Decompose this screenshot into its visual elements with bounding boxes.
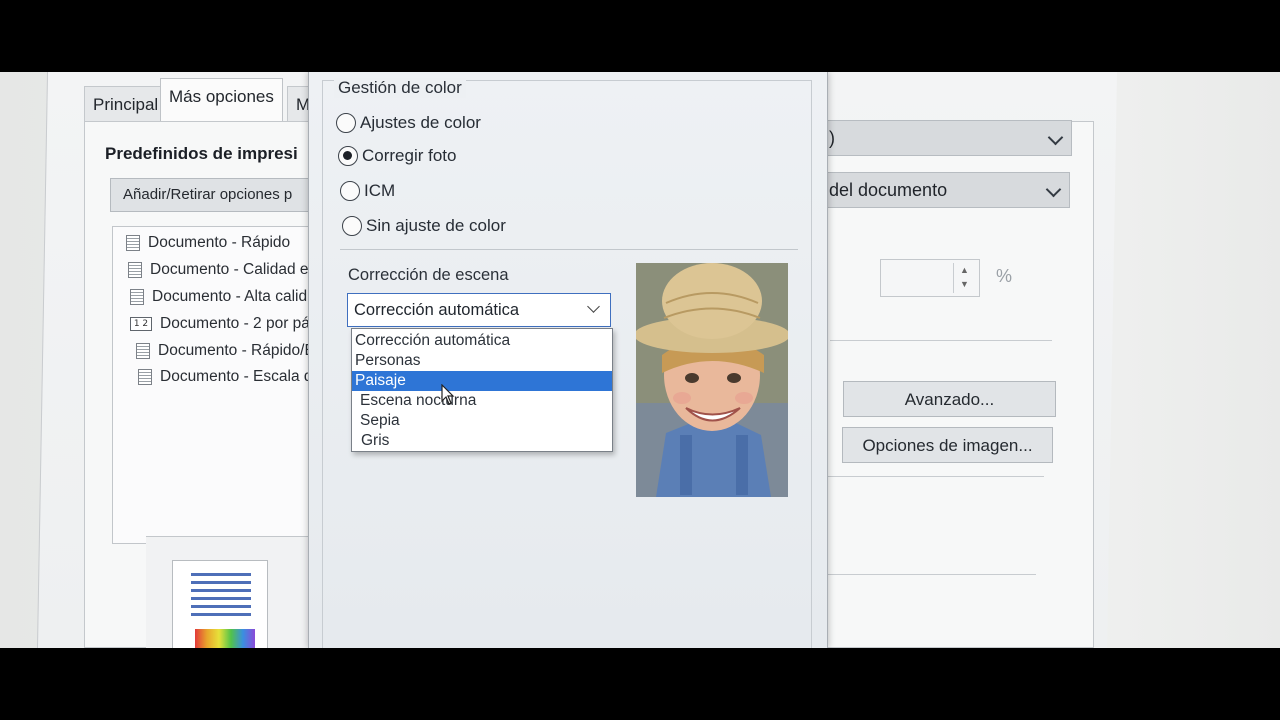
preset-item[interactable]: Documento - Rápido: [126, 234, 290, 252]
document-icon: [138, 369, 152, 385]
scene-correction-select[interactable]: Corrección automática: [347, 293, 611, 327]
radio-icon[interactable]: [338, 146, 358, 166]
preset-item[interactable]: Documento - Alta calid: [130, 288, 323, 306]
preset-item-label: Documento - Rápido/E: [158, 342, 315, 359]
preset-item[interactable]: Documento - Escala de: [138, 368, 330, 386]
radio-icon[interactable]: [336, 113, 356, 133]
spinner-arrows-icon[interactable]: ▲ ▼: [953, 263, 975, 293]
chevron-down-icon: [587, 300, 600, 313]
dropdown-option-highlighted[interactable]: Paisaje: [352, 371, 612, 391]
scene-correction-dropdown: Corrección automática Personas Paisaje E…: [351, 328, 613, 452]
chevron-down-icon: [1045, 181, 1062, 198]
advanced-button[interactable]: Avanzado...: [843, 381, 1056, 417]
image-options-button[interactable]: Opciones de imagen...: [842, 427, 1053, 463]
sample-photo: [636, 263, 788, 497]
document-icon: [130, 289, 144, 305]
two-up-document-icon: 1 2: [130, 317, 152, 331]
dropdown-option[interactable]: Corrección automática: [352, 331, 612, 351]
tab-mas-opciones[interactable]: Más opciones: [160, 78, 283, 122]
radio-ajustes-de-color[interactable]: Ajustes de color: [336, 113, 481, 133]
preset-item-label: Documento - Escala de: [160, 368, 322, 385]
radio-icon[interactable]: [342, 216, 362, 236]
document-icon: [126, 235, 140, 251]
scale-percent-spinner[interactable]: ▲ ▼: [880, 259, 980, 297]
preset-item-label: Documento - Calidad e: [150, 261, 309, 278]
group-title: Gestión de color: [334, 78, 466, 98]
radio-icon[interactable]: [340, 181, 360, 201]
divider: [340, 249, 798, 250]
output-size-combo[interactable]: del documento: [818, 172, 1070, 208]
mouse-cursor-icon: [441, 384, 455, 405]
radio-label: Sin ajuste de color: [366, 216, 506, 235]
add-remove-presets-button[interactable]: Añadir/Retirar opciones p: [110, 178, 320, 212]
page-preview-thumbnail: [172, 560, 268, 648]
divider: [822, 476, 1044, 477]
preset-item-label: Documento - 2 por pág: [160, 315, 319, 332]
dropdown-option[interactable]: Escena nocturna: [357, 391, 617, 411]
radio-corregir-foto[interactable]: Corregir foto: [338, 146, 456, 166]
preset-item[interactable]: Documento - Calidad e: [128, 261, 322, 279]
screen: Principal Más opciones M Predefinidos de…: [0, 72, 1280, 648]
chevron-down-icon: [1047, 129, 1064, 146]
divider: [830, 340, 1052, 341]
preset-item-label: Documento - Alta calid: [152, 288, 308, 305]
radio-label: ICM: [364, 181, 396, 200]
paper-size-combo[interactable]: ): [818, 120, 1072, 156]
document-icon: [128, 262, 142, 278]
presets-title: Predefinidos de impresi: [105, 144, 298, 163]
radio-icm[interactable]: ICM: [340, 181, 395, 201]
divider: [818, 574, 1036, 575]
letterbox-bottom: [0, 648, 1280, 720]
dropdown-option[interactable]: Gris: [358, 431, 618, 451]
percent-unit: %: [996, 266, 1013, 286]
tab-principal[interactable]: Principal: [84, 86, 168, 122]
radio-label: Ajustes de color: [360, 113, 481, 132]
letterbox-top: [0, 0, 1280, 72]
radio-label: Corregir foto: [362, 146, 457, 165]
preset-item[interactable]: 1 2 Documento - 2 por pág: [130, 315, 328, 333]
dropdown-option[interactable]: Personas: [352, 351, 612, 371]
scene-correction-label: Corrección de escena: [348, 266, 509, 284]
radio-sin-ajuste-de-color[interactable]: Sin ajuste de color: [342, 216, 506, 236]
dropdown-option[interactable]: Sepia: [357, 411, 617, 431]
combo-value: ): [829, 128, 835, 148]
combo-value: del documento: [829, 180, 948, 200]
preset-item-label: Documento - Rápido: [148, 234, 291, 251]
document-icon: [136, 343, 150, 359]
preset-item[interactable]: Documento - Rápido/E: [136, 342, 328, 360]
select-value: Corrección automática: [354, 301, 520, 319]
